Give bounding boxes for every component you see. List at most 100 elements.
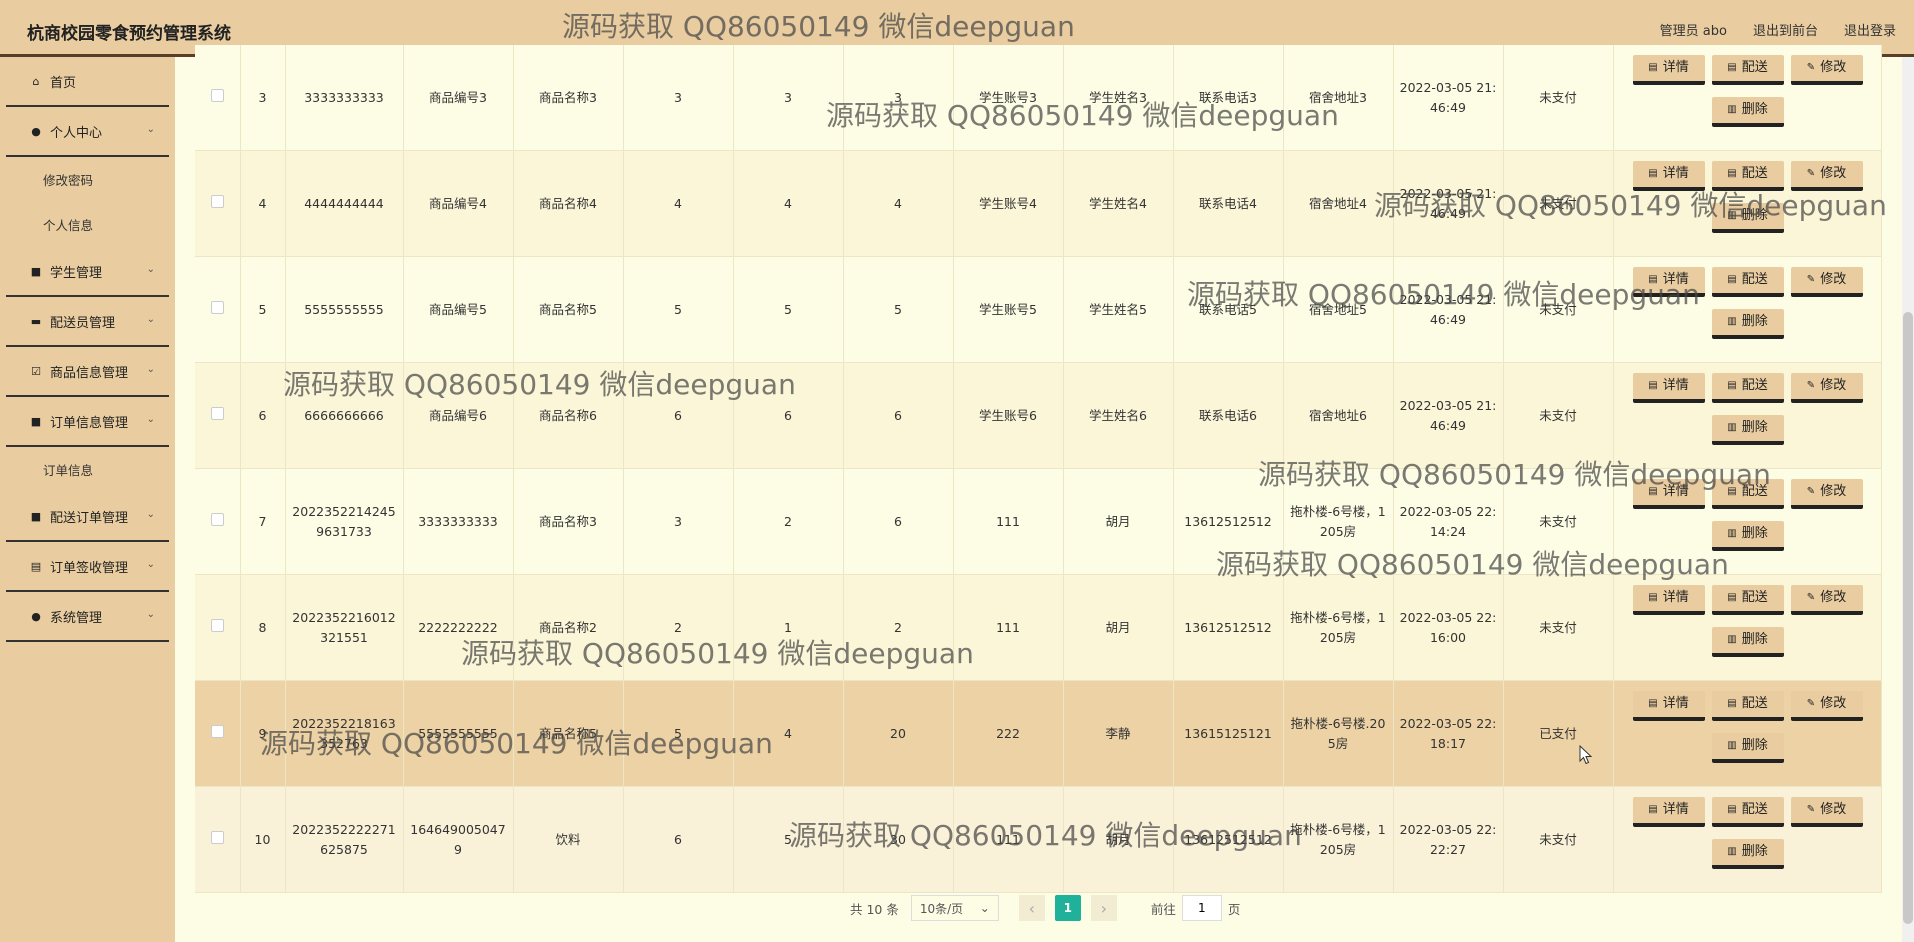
row-index: 4 bbox=[240, 150, 286, 257]
row-checkbox[interactable] bbox=[210, 724, 224, 738]
trash-icon: ▥ bbox=[1727, 740, 1737, 751]
goto-page-input[interactable] bbox=[1181, 895, 1222, 921]
chevron-down-icon: ⌄ bbox=[146, 609, 155, 620]
contact-phone: 联系电话4 bbox=[1173, 150, 1284, 257]
delete-button[interactable]: ▥ 删除 bbox=[1711, 839, 1784, 869]
sidebar-subitem[interactable]: 个人信息 bbox=[0, 202, 175, 247]
quantity: 6 bbox=[733, 362, 844, 469]
current-user-label[interactable]: 管理员 abo bbox=[1660, 20, 1727, 39]
detail-button[interactable]: ▤ 详情 bbox=[1632, 373, 1705, 403]
row-checkbox-cell bbox=[195, 680, 241, 787]
deliver-button[interactable]: ▤ 配送 bbox=[1711, 479, 1784, 509]
row-checkbox[interactable] bbox=[210, 830, 224, 844]
delete-button[interactable]: ▥ 删除 bbox=[1711, 415, 1784, 445]
total-count: 共 10 条 bbox=[850, 901, 899, 917]
trash-icon: ▥ bbox=[1727, 316, 1737, 327]
delete-button[interactable]: ▥ 删除 bbox=[1711, 627, 1784, 657]
detail-button[interactable]: ▤ 详情 bbox=[1632, 161, 1705, 191]
unit-price: 6 bbox=[623, 786, 734, 893]
file-icon: ▤ bbox=[1727, 592, 1737, 603]
row-checkbox[interactable] bbox=[210, 300, 224, 314]
edit-button[interactable]: ✎ 修改 bbox=[1790, 797, 1863, 827]
detail-button[interactable]: ▤ 详情 bbox=[1632, 797, 1705, 827]
edit-button[interactable]: ✎ 修改 bbox=[1790, 373, 1863, 403]
order-number: 3333333333 bbox=[285, 45, 404, 151]
delete-button[interactable]: ▥ 删除 bbox=[1711, 521, 1784, 551]
vertical-scrollbar[interactable] bbox=[1902, 57, 1914, 942]
delete-button[interactable]: ▥ 删除 bbox=[1711, 97, 1784, 127]
row-actions: ▤ 详情 ▤ 配送 ✎ 修改 ▥ 删除 bbox=[1613, 256, 1882, 363]
row-index: 8 bbox=[240, 574, 286, 681]
product-name: 商品名称4 bbox=[513, 150, 624, 257]
delete-button[interactable]: ▥ 删除 bbox=[1711, 733, 1784, 763]
detail-button-label: 详情 bbox=[1662, 484, 1689, 499]
product-name: 饮料 bbox=[513, 786, 624, 893]
sidebar-subitem[interactable]: 订单信息 bbox=[0, 447, 175, 492]
file-icon: ▤ bbox=[1727, 698, 1737, 709]
sidebar-subitem[interactable]: 修改密码 bbox=[0, 157, 175, 202]
edit-button[interactable]: ✎ 修改 bbox=[1790, 585, 1863, 615]
detail-button[interactable]: ▤ 详情 bbox=[1632, 691, 1705, 721]
row-checkbox[interactable] bbox=[210, 512, 224, 526]
edit-button[interactable]: ✎ 修改 bbox=[1790, 161, 1863, 191]
logout-link[interactable]: 退出登录 bbox=[1844, 20, 1896, 39]
deliver-button[interactable]: ▤ 配送 bbox=[1711, 161, 1784, 191]
row-checkbox[interactable] bbox=[210, 406, 224, 420]
chevron-down-icon: ⌄ bbox=[979, 901, 990, 915]
monitor-icon: ▬ bbox=[30, 314, 42, 328]
sidebar-item[interactable]: ■ 学生管理 ⌄ bbox=[6, 247, 169, 297]
deliver-button[interactable]: ▤ 配送 bbox=[1711, 373, 1784, 403]
row-checkbox[interactable] bbox=[210, 88, 224, 102]
detail-button[interactable]: ▤ 详情 bbox=[1632, 479, 1705, 509]
detail-button[interactable]: ▤ 详情 bbox=[1632, 55, 1705, 85]
edit-button[interactable]: ✎ 修改 bbox=[1790, 479, 1863, 509]
sidebar-item[interactable]: ☑ 商品信息管理 ⌄ bbox=[6, 347, 169, 397]
sidebar-item[interactable]: ▤ 订单签收管理 ⌄ bbox=[6, 542, 169, 592]
deliver-button[interactable]: ▤ 配送 bbox=[1711, 691, 1784, 721]
row-actions: ▤ 详情 ▤ 配送 ✎ 修改 ▥ 删除 bbox=[1613, 680, 1882, 787]
edit-button[interactable]: ✎ 修改 bbox=[1790, 691, 1863, 721]
sidebar-item[interactable]: ▬ 配送员管理 ⌄ bbox=[6, 297, 169, 347]
sidebar-item[interactable]: ● 个人中心 ⌄ bbox=[6, 107, 169, 157]
sidebar-item[interactable]: ■ 配送订单管理 ⌄ bbox=[6, 492, 169, 542]
scrollbar-thumb[interactable] bbox=[1903, 312, 1913, 924]
chevron-down-icon: ⌄ bbox=[146, 364, 155, 375]
page-size-value: 10条/页 bbox=[919, 901, 964, 916]
student-name: 胡月 bbox=[1063, 786, 1174, 893]
dorm-address: 宿舍地址4 bbox=[1283, 150, 1394, 257]
product-code: 商品编号3 bbox=[403, 45, 514, 151]
student-name: 胡月 bbox=[1063, 468, 1174, 575]
sidebar-item-label: 首页 bbox=[50, 75, 77, 91]
deliver-button[interactable]: ▤ 配送 bbox=[1711, 55, 1784, 85]
delete-button[interactable]: ▥ 删除 bbox=[1711, 309, 1784, 339]
file-icon: ▤ bbox=[1727, 380, 1737, 391]
detail-button[interactable]: ▤ 详情 bbox=[1632, 267, 1705, 297]
edit-button[interactable]: ✎ 修改 bbox=[1790, 55, 1863, 85]
sidebar-item-label: 系统管理 bbox=[50, 610, 103, 626]
page-size-select[interactable]: 10条/页 ⌄ bbox=[910, 895, 999, 921]
edit-button[interactable]: ✎ 修改 bbox=[1790, 267, 1863, 297]
product-code: 商品编号6 bbox=[403, 362, 514, 469]
header-links: 管理员 abo 退出到前台 退出登录 bbox=[1660, 20, 1896, 39]
delete-button-label: 删除 bbox=[1741, 208, 1768, 223]
delete-button[interactable]: ▥ 删除 bbox=[1711, 203, 1784, 233]
exit-to-front-link[interactable]: 退出到前台 bbox=[1753, 20, 1818, 39]
deliver-button[interactable]: ▤ 配送 bbox=[1711, 267, 1784, 297]
trash-icon: ▥ bbox=[1727, 846, 1737, 857]
sidebar-item[interactable]: ⌂ 首页 bbox=[6, 57, 169, 107]
student-account: 学生账号6 bbox=[953, 362, 1064, 469]
sidebar-item[interactable]: ● 系统管理 ⌄ bbox=[6, 592, 169, 642]
next-page-button[interactable]: › bbox=[1090, 895, 1117, 921]
sidebar-item[interactable]: ■ 订单信息管理 ⌄ bbox=[6, 397, 169, 447]
contact-phone: 联系电话3 bbox=[1173, 45, 1284, 151]
deliver-button[interactable]: ▤ 配送 bbox=[1711, 797, 1784, 827]
prev-page-button[interactable]: ‹ bbox=[1018, 895, 1045, 921]
detail-button[interactable]: ▤ 详情 bbox=[1632, 585, 1705, 615]
payment-status: 未支付 bbox=[1503, 786, 1614, 893]
current-page-button[interactable]: 1 bbox=[1054, 895, 1081, 921]
product-code: 1646490050479 bbox=[403, 786, 514, 893]
row-checkbox[interactable] bbox=[210, 194, 224, 208]
row-checkbox[interactable] bbox=[210, 618, 224, 632]
deliver-button[interactable]: ▤ 配送 bbox=[1711, 585, 1784, 615]
product-code: 2222222222 bbox=[403, 574, 514, 681]
